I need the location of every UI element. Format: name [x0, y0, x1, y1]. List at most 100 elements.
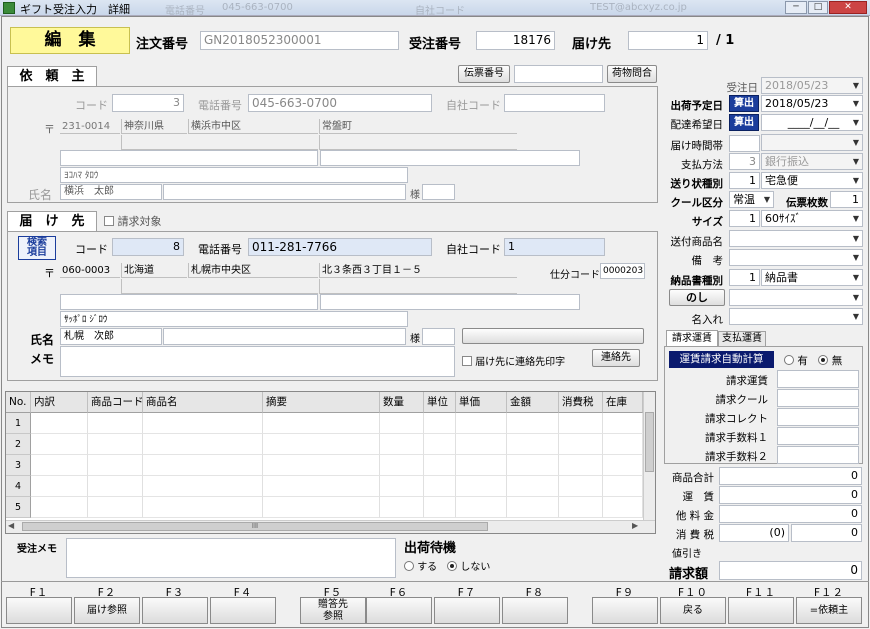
- shiwake-field[interactable]: 0000203: [600, 263, 645, 279]
- dst-kana-field[interactable]: ｻｯﾎﾟﾛ ｼﾞﾛｳ: [60, 311, 408, 327]
- req-tel-field[interactable]: 045-663-0700: [248, 94, 432, 112]
- checkbox-icon[interactable]: [104, 216, 114, 226]
- dst-tel-field[interactable]: 011-281-7766: [248, 238, 432, 256]
- fkey-button-4[interactable]: [210, 597, 276, 624]
- grid-header-col-amount[interactable]: 金額: [507, 392, 559, 413]
- grid-cell[interactable]: [263, 413, 380, 434]
- grid-header-col-item-code[interactable]: 商品コード: [88, 392, 144, 413]
- fkey-button-1[interactable]: [6, 597, 72, 624]
- req-honor-field[interactable]: [422, 184, 455, 200]
- grid-cell[interactable]: [143, 497, 263, 518]
- scroll-left-icon[interactable]: ◀: [8, 521, 14, 530]
- ship-calc-button[interactable]: 算出: [729, 95, 759, 112]
- grid-cell[interactable]: [603, 413, 643, 434]
- grid-cell[interactable]: [456, 476, 507, 497]
- radio-icon[interactable]: [784, 355, 794, 365]
- req-pref-field[interactable]: 神奈川県: [121, 119, 187, 134]
- dst-pref-field[interactable]: 北海道: [121, 263, 187, 278]
- fkey-button-9[interactable]: [592, 597, 658, 624]
- order-no-field[interactable]: GN2018052300001: [200, 31, 399, 50]
- denpyo-field[interactable]: [514, 65, 603, 83]
- order-date-dropdown[interactable]: 2018/05/23 ▼: [761, 77, 863, 94]
- tax-total-field[interactable]: 0: [791, 524, 862, 542]
- req-city-field[interactable]: 横浜市中区: [188, 119, 318, 134]
- scroll-right-icon[interactable]: ▶: [632, 521, 638, 530]
- grid-cell[interactable]: [507, 434, 559, 455]
- grid-row-number[interactable]: 3: [6, 455, 31, 476]
- grid-cell[interactable]: [507, 413, 559, 434]
- items-grid[interactable]: No. 内訳 商品コード 商品名 摘要 数量 単位 単価 金額 消費税 在庫 1 2 3 4 5 ◀ ▶ III: [5, 391, 656, 534]
- freight-row-field[interactable]: [777, 408, 859, 426]
- grid-cell[interactable]: [559, 476, 603, 497]
- cool-dropdown[interactable]: 常温 ▼: [729, 191, 774, 208]
- fkey-button-12[interactable]: =依頼主: [796, 597, 862, 624]
- grid-cell[interactable]: [263, 455, 380, 476]
- ship-date-dropdown[interactable]: 2018/05/23 ▼: [761, 95, 863, 112]
- size-code-field[interactable]: 1: [729, 210, 760, 227]
- dst-wide-button[interactable]: [462, 328, 644, 344]
- grid-cell[interactable]: [424, 476, 456, 497]
- dst-honor-field[interactable]: [422, 328, 455, 345]
- radio-icon[interactable]: [404, 561, 414, 571]
- radio-icon[interactable]: [447, 561, 458, 571]
- slip-count-field[interactable]: 1: [830, 191, 863, 208]
- grid-header-col-tax[interactable]: 消費税: [559, 392, 603, 413]
- slip-code-field[interactable]: 1: [729, 172, 760, 189]
- grid-hscroll-thumb[interactable]: III: [22, 522, 488, 531]
- grid-cell[interactable]: [424, 497, 456, 518]
- dst-name2-field[interactable]: [163, 328, 406, 345]
- grid-cell[interactable]: [88, 434, 143, 455]
- minimize-button[interactable]: ─: [785, 1, 807, 14]
- time-dropdown[interactable]: ▼: [761, 134, 863, 151]
- size-dropdown[interactable]: 60ｻｲｽﾞ ▼: [761, 210, 863, 227]
- bill-target-checkbox[interactable]: 請求対象: [104, 213, 162, 229]
- req-name-field[interactable]: 横浜 太郎: [60, 184, 162, 200]
- grid-cell[interactable]: [507, 455, 559, 476]
- wish-date-dropdown[interactable]: ____/__/__ ▼: [761, 114, 863, 131]
- grid-cell[interactable]: [31, 434, 88, 455]
- grid-cell[interactable]: [559, 455, 603, 476]
- pay-code-field[interactable]: 3: [729, 153, 760, 170]
- grid-cell[interactable]: [31, 455, 88, 476]
- grid-cell[interactable]: [424, 455, 456, 476]
- radio-icon[interactable]: [818, 355, 829, 365]
- noshi-button[interactable]: のし: [669, 289, 725, 306]
- grid-cell[interactable]: [559, 497, 603, 518]
- nimotsu-button[interactable]: 荷物問合: [607, 65, 657, 83]
- pay-dropdown[interactable]: 銀行振込 ▼: [761, 153, 863, 170]
- ship-wait-radio[interactable]: する しない: [404, 558, 490, 573]
- grid-cell[interactable]: [263, 476, 380, 497]
- grid-cell[interactable]: [456, 434, 507, 455]
- grid-cell[interactable]: [424, 413, 456, 434]
- fkey-button-8[interactable]: [502, 597, 568, 624]
- grid-cell[interactable]: [603, 434, 643, 455]
- dst-addr4-field[interactable]: [60, 294, 318, 310]
- grid-cell[interactable]: [88, 476, 143, 497]
- freight-row-field[interactable]: [777, 389, 859, 407]
- grid-header-col-qty[interactable]: 数量: [380, 392, 424, 413]
- grid-header-col-no[interactable]: No.: [6, 392, 31, 413]
- tab-bill-freight[interactable]: 請求運賃: [666, 330, 718, 346]
- grid-cell[interactable]: [603, 455, 643, 476]
- tab-destination[interactable]: 届 け 先: [7, 211, 97, 232]
- grid-row-number[interactable]: 2: [6, 434, 31, 455]
- grid-cell[interactable]: [456, 413, 507, 434]
- grid-row-number[interactable]: 4: [6, 476, 31, 497]
- grid-header-col-unit-price[interactable]: 単価: [456, 392, 507, 413]
- dest-page-field[interactable]: 1: [628, 31, 708, 50]
- delivnote-code-field[interactable]: 1: [729, 269, 760, 286]
- time-code-field[interactable]: [729, 135, 760, 152]
- grid-cell[interactable]: [380, 455, 424, 476]
- fkey-button-5[interactable]: 贈答先 参照: [300, 597, 366, 624]
- grid-cell[interactable]: [380, 497, 424, 518]
- grid-cell[interactable]: [424, 434, 456, 455]
- grid-cell[interactable]: [603, 476, 643, 497]
- goods-total-field[interactable]: 0: [719, 467, 862, 485]
- req-addr5-field[interactable]: [320, 150, 580, 166]
- grid-header-col-unit[interactable]: 単位: [424, 392, 456, 413]
- fkey-button-2[interactable]: 届け参照: [74, 597, 140, 624]
- freight-total-field[interactable]: 0: [719, 486, 862, 504]
- close-button[interactable]: ✕: [829, 1, 867, 14]
- other-total-field[interactable]: 0: [719, 505, 862, 523]
- grid-cell[interactable]: [559, 413, 603, 434]
